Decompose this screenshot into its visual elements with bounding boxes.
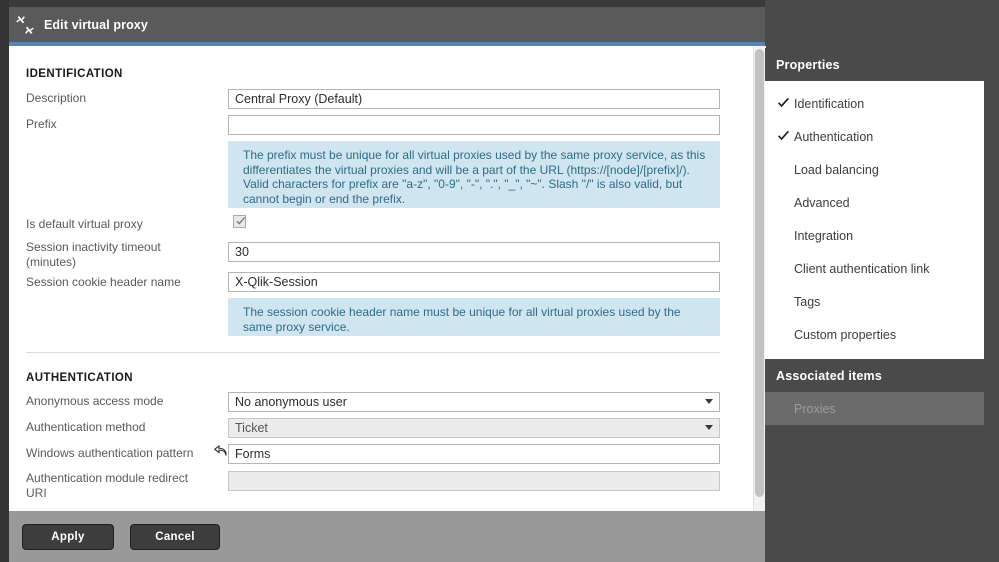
sidebar-item-integration[interactable]: Integration [765,219,984,252]
sidebar-item-label: Identification [794,96,865,111]
checkmark-icon [236,217,246,225]
sidebar-item-label: Custom properties [794,327,897,342]
associated-items-heading: Associated items [765,359,999,392]
session-cookie-header-name-label: Session cookie header name [26,275,181,289]
collapse-arrows-icon [16,15,34,34]
is-default-virtual-proxy-checkbox[interactable] [233,215,246,228]
window-title: Edit virtual proxy [44,17,148,32]
session-cookie-header-name-input[interactable] [228,272,720,292]
description-label: Description [26,91,87,105]
prefix-input[interactable] [228,115,720,135]
properties-heading: Properties [765,48,999,81]
sidebar-item-label: Authentication [794,129,874,144]
authentication-method-label: Authentication method [26,420,146,434]
anonymous-access-mode-select[interactable] [228,392,720,412]
description-input[interactable] [228,89,720,109]
authentication-module-redirect-uri-label: Authentication module redirect URI [26,471,189,500]
sidebar-item-tags[interactable]: Tags [765,285,984,318]
section-title-authentication: AUTHENTICATION [26,372,133,384]
prefix-label: Prefix [26,117,57,131]
sidebar-header-backdrop [765,0,999,48]
anonymous-access-mode-label: Anonymous access mode [26,394,164,408]
windows-authentication-pattern-label: Windows authentication pattern [26,446,194,460]
sidebar-item-custom-properties[interactable]: Custom properties [765,318,984,351]
sidebar-item-label: Load balancing [794,162,879,177]
properties-list: Identification Authentication Load balanci… [765,81,984,359]
form-scrollbar-thumb[interactable] [755,49,764,497]
authentication-method-select[interactable] [228,418,720,438]
checkmark-icon [777,97,794,110]
associated-item-proxies[interactable]: Proxies [765,392,984,425]
window-titlebar: Edit virtual proxy [9,0,765,42]
authentication-method-dropdown-wrap [228,418,720,438]
undo-arrow-icon[interactable] [213,444,227,461]
sidebar-item-identification[interactable]: Identification [765,87,984,120]
associated-items-list: Proxies [765,392,984,425]
sidebar-item-label: Integration [794,228,854,243]
window-left-edge [0,0,9,562]
section-divider [26,352,720,353]
sidebar-item-client-authentication-link[interactable]: Client authentication link [765,252,984,285]
dialog-footer: Apply Cancel [9,511,765,562]
cancel-button[interactable]: Cancel [130,524,220,550]
apply-button[interactable]: Apply [22,524,114,550]
right-sidebar: Properties Identification Authentication L… [765,48,999,562]
prefix-help-text: The prefix must be unique for all virtua… [228,141,720,208]
authentication-module-redirect-uri-input[interactable] [228,471,720,491]
windows-authentication-pattern-input[interactable] [228,444,720,464]
sidebar-item-label: Client authentication link [794,261,930,276]
is-default-virtual-proxy-label: Is default virtual proxy [26,217,143,231]
sidebar-item-label: Advanced [794,195,850,210]
anonymous-access-mode-dropdown-wrap [228,392,720,412]
sidebar-item-load-balancing[interactable]: Load balancing [765,153,984,186]
sidebar-item-advanced[interactable]: Advanced [765,186,984,219]
associated-item-label: Proxies [794,401,836,416]
session-inactivity-timeout-label: Session inactivity timeout (minutes) [26,240,161,269]
session-cookie-help-text: The session cookie header name must be u… [228,298,720,336]
edit-virtual-proxy-window: Edit virtual proxy IDENTIFICATION Descri… [0,0,999,562]
form-panel: IDENTIFICATION Description Prefix The pr… [9,46,765,511]
session-inactivity-timeout-input[interactable] [228,242,720,262]
checkmark-icon [778,130,789,141]
form-scroll-area[interactable]: IDENTIFICATION Description Prefix The pr… [9,46,765,511]
sidebar-item-label: Tags [794,294,821,309]
checkmark-icon [778,97,789,108]
section-title-identification: IDENTIFICATION [26,68,123,80]
checkmark-icon [777,130,794,143]
sidebar-item-authentication[interactable]: Authentication [765,120,984,153]
titlebar-top-strip [9,0,765,7]
